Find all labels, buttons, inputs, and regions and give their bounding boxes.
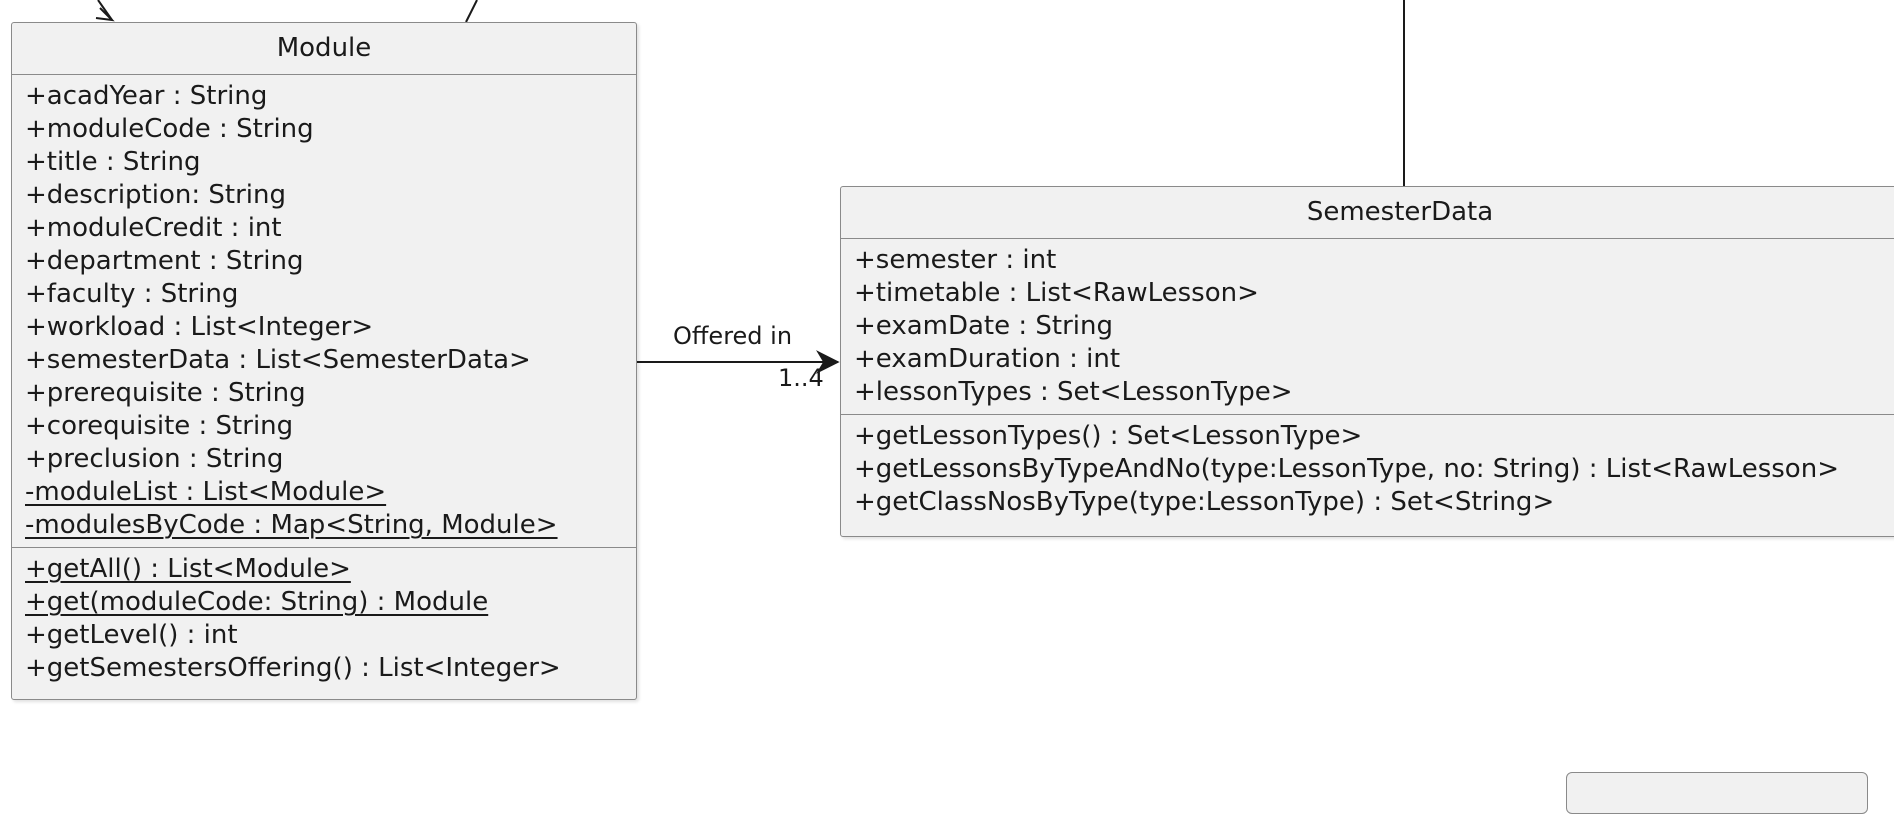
semester-data-method: +getClassNosByType(type:LessonType) : Se… (854, 487, 1555, 517)
module-attribute: +preclusion : String (25, 444, 284, 474)
module-attribute: +title : String (25, 147, 201, 177)
module-method: +getLevel() : int (25, 620, 238, 650)
semester-data-method: +getLessonTypes() : Set<LessonType> (854, 421, 1363, 451)
semester-data-methods-compartment: +getLessonTypes() : Set<LessonType> +getL… (841, 414, 1894, 524)
semester-data-attribute: +semester : int (854, 245, 1057, 275)
module-attribute: -modulesByCode : Map<String, Module> (25, 510, 558, 540)
semester-data-method: +getLessonsByTypeAndNo(type:LessonType, … (854, 454, 1839, 484)
outgoing-line-top-left (465, 0, 478, 23)
association-label: Offered in (673, 322, 793, 350)
semester-data-attributes-compartment: +semester : int +timetable : List<RawLess… (841, 239, 1894, 414)
module-attributes-compartment: +acadYear : String +moduleCode : String +t… (12, 75, 636, 547)
module-class-box[interactable]: Module +acadYear : String +moduleCode : S… (11, 22, 637, 700)
module-method: +getSemestersOffering() : List<Integer> (25, 653, 561, 683)
module-attribute: +corequisite : String (25, 411, 294, 441)
semester-data-attribute: +examDate : String (854, 311, 1113, 341)
module-class-name: Module (12, 23, 636, 75)
association-multiplicity: 1..4 (778, 364, 824, 392)
semester-data-attribute: +timetable : List<RawLesson> (854, 278, 1259, 308)
module-attribute: +department : String (25, 246, 304, 276)
module-methods-compartment: +getAll() : List<Module> +get(moduleCode:… (12, 547, 636, 690)
module-attribute: -moduleList : List<Module> (25, 477, 387, 507)
module-attribute: +faculty : String (25, 279, 239, 309)
module-attribute: +semesterData : List<SemesterData> (25, 345, 531, 375)
module-attribute: +moduleCode : String (25, 114, 314, 144)
semester-data-class-name: SemesterData (841, 187, 1894, 239)
module-attribute: +acadYear : String (25, 81, 268, 111)
semester-data-class-box[interactable]: SemesterData +semester : int +timetable :… (840, 186, 1894, 537)
module-attribute: +moduleCredit : int (25, 213, 282, 243)
module-method: +getAll() : List<Module> (25, 554, 351, 584)
semester-data-attribute: +examDuration : int (854, 344, 1121, 374)
module-attribute: +workload : List<Integer> (25, 312, 374, 342)
module-method: +get(moduleCode: String) : Module (25, 587, 489, 617)
module-attribute: +prerequisite : String (25, 378, 306, 408)
partial-class-box-bottom-right (1566, 772, 1868, 814)
module-attribute: +description: String (25, 180, 286, 210)
semester-data-attribute: +lessonTypes : Set<LessonType> (854, 377, 1293, 407)
